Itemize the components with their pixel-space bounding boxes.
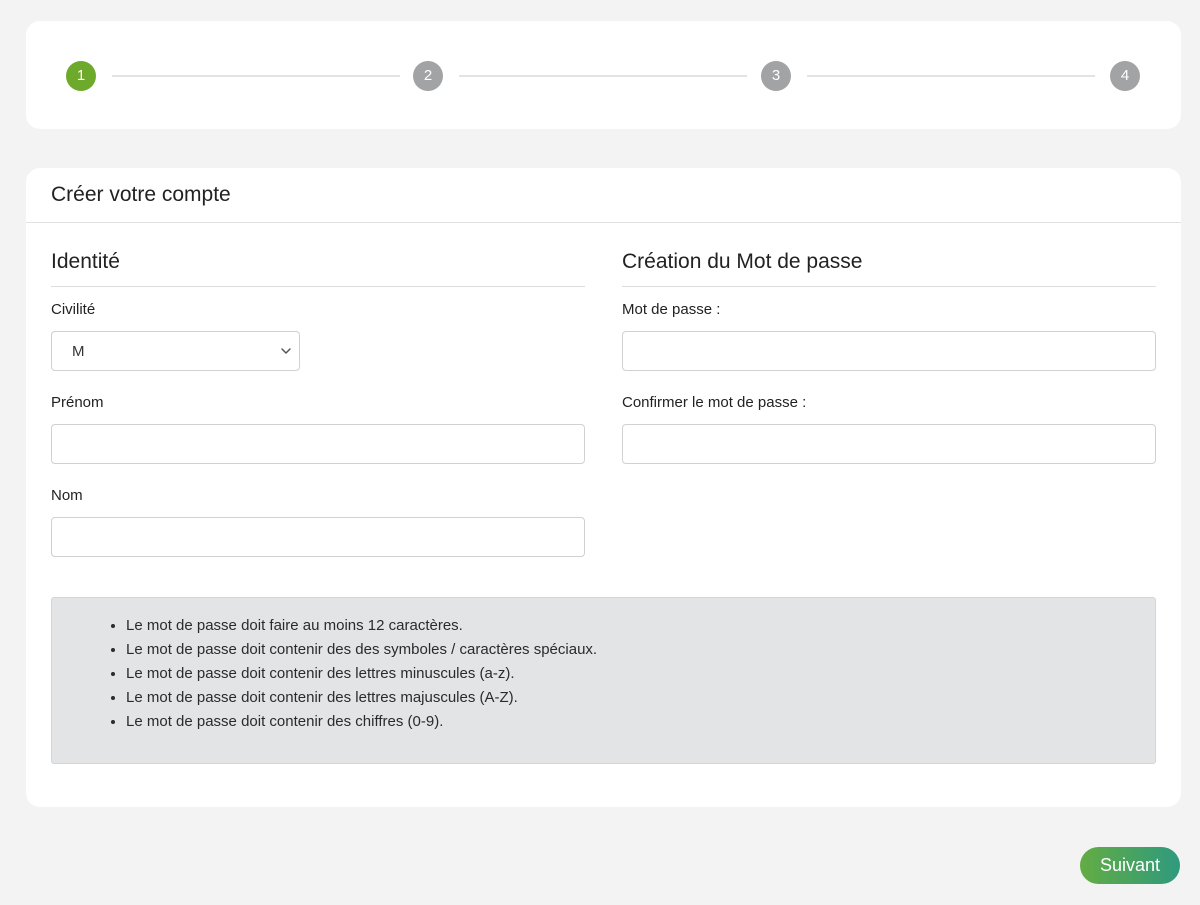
civility-selected-value: M — [72, 342, 85, 360]
password-rules-box: Le mot de passe doit faire au moins 12 c… — [51, 597, 1156, 764]
chevron-down-icon — [281, 348, 291, 354]
card-header: Créer votre compte — [26, 168, 1181, 223]
page-title: Créer votre compte — [51, 183, 231, 206]
step-3-indicator[interactable]: 3 — [761, 61, 791, 91]
lastname-label: Nom — [51, 487, 83, 504]
password-label: Mot de passe : — [622, 301, 721, 318]
step-4-indicator[interactable]: 4 — [1110, 61, 1140, 91]
identity-section-title: Identité — [51, 250, 585, 287]
account-form-card: Créer votre compte Identité Civilité M P… — [26, 168, 1181, 807]
password-rule-item: Le mot de passe doit contenir des des sy… — [126, 638, 1155, 662]
progress-stepper: 1 2 3 4 — [26, 21, 1181, 129]
step-connector — [459, 75, 747, 77]
password-rule-item: Le mot de passe doit contenir des lettre… — [126, 662, 1155, 686]
password-rules-list: Le mot de passe doit faire au moins 12 c… — [126, 614, 1155, 734]
step-1-indicator[interactable]: 1 — [66, 61, 96, 91]
password-rule-item: Le mot de passe doit contenir des lettre… — [126, 686, 1155, 710]
lastname-input[interactable] — [51, 517, 585, 557]
firstname-label: Prénom — [51, 394, 104, 411]
step-connector — [112, 75, 400, 77]
password-input[interactable] — [622, 331, 1156, 371]
firstname-input[interactable] — [51, 424, 585, 464]
password-section-title: Création du Mot de passe — [622, 250, 1156, 287]
next-button[interactable]: Suivant — [1080, 847, 1180, 884]
password-rule-item: Le mot de passe doit contenir des chiffr… — [126, 710, 1155, 734]
step-connector — [807, 75, 1095, 77]
step-2-indicator[interactable]: 2 — [413, 61, 443, 91]
civility-label: Civilité — [51, 301, 96, 318]
confirm-password-label: Confirmer le mot de passe : — [622, 394, 807, 411]
civility-select[interactable]: M — [51, 331, 300, 371]
password-rule-item: Le mot de passe doit faire au moins 12 c… — [126, 614, 1155, 638]
confirm-password-input[interactable] — [622, 424, 1156, 464]
